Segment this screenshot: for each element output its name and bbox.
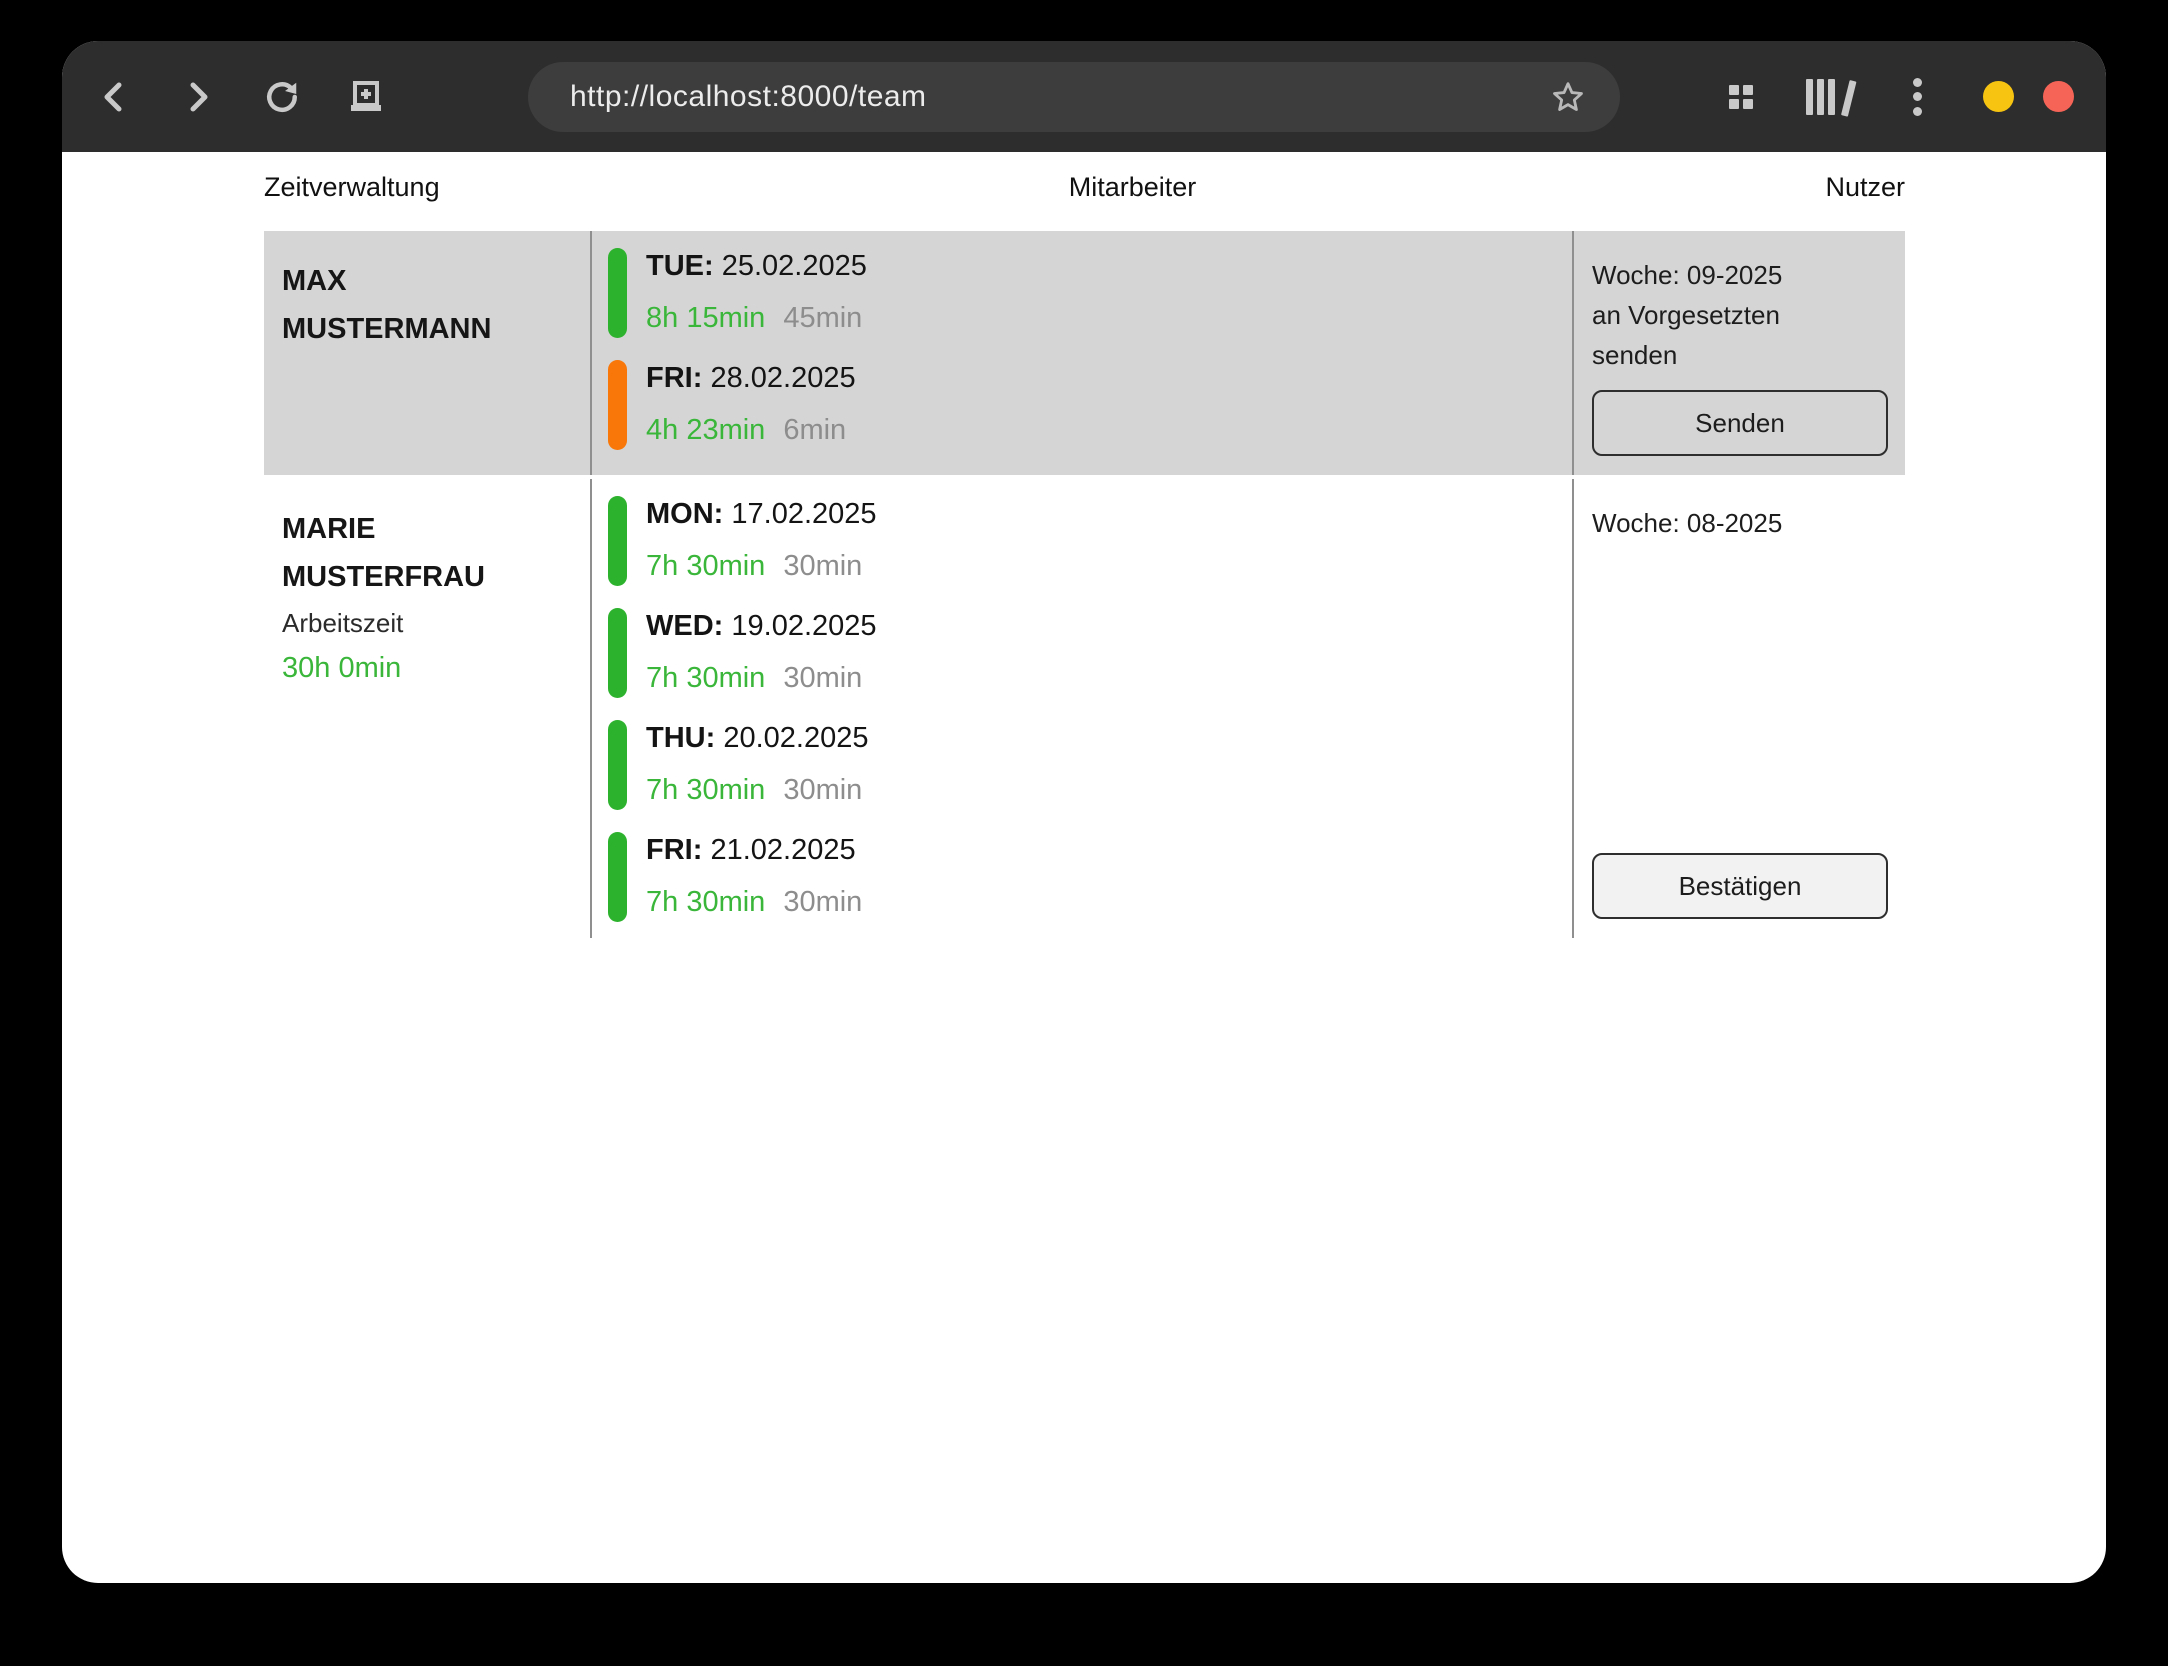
url-input[interactable]: http://localhost:8000/team <box>570 80 927 114</box>
reload-icon[interactable] <box>260 75 304 119</box>
break-time: 30min <box>783 662 862 694</box>
entry-date: 25.02.2025 <box>722 250 867 282</box>
time-entry: TUE: 25.02.2025 8h 15min 45min <box>608 248 1572 338</box>
break-time: 30min <box>783 550 862 582</box>
entry-day: THU: <box>646 722 715 754</box>
close-control[interactable] <box>2043 81 2074 112</box>
time-entry: FRI: 21.02.2025 7h 30min 30min <box>608 832 1572 922</box>
break-time: 6min <box>783 414 846 446</box>
employee-name-cell: MARIE MUSTERFRAU Arbeitszeit 30h 0min <box>264 479 592 938</box>
main-nav: Zeitverwaltung Mitarbeiter Nutzer <box>264 165 1905 209</box>
new-window-icon[interactable] <box>344 75 388 119</box>
worktime-label: Arbeitszeit <box>282 601 574 645</box>
time-entry: THU: 20.02.2025 7h 30min 30min <box>608 720 1572 810</box>
entry-date: 28.02.2025 <box>710 362 855 394</box>
toolbar-right-group <box>1719 75 2082 119</box>
entry-date: 17.02.2025 <box>731 498 876 530</box>
employee-name: MUSTERFRAU <box>282 553 574 601</box>
time-entry: FRI: 28.02.2025 4h 23min 6min <box>608 360 1572 450</box>
week-action-cell: Woche: 09-2025 an Vorgesetzten senden Se… <box>1574 231 1905 475</box>
break-time: 45min <box>783 302 862 334</box>
employee-table: MAX MUSTERMANN TUE: 25.02.2025 8h 15min 4… <box>264 231 1905 938</box>
status-bar <box>608 608 627 698</box>
status-bar <box>608 832 627 922</box>
employee-name: MUSTERMANN <box>282 305 574 353</box>
employee-name: MARIE <box>282 505 574 553</box>
entry-day: MON: <box>646 498 723 530</box>
library-icon[interactable] <box>1807 75 1851 119</box>
nav-item-mitarbeiter[interactable]: Mitarbeiter <box>1069 172 1197 203</box>
work-time: 7h 30min <box>646 550 765 582</box>
employee-name-cell: MAX MUSTERMANN <box>264 231 592 475</box>
entry-date: 20.02.2025 <box>723 722 868 754</box>
week-label: Woche: 08-2025 <box>1592 503 1888 543</box>
time-entries-cell: TUE: 25.02.2025 8h 15min 45min FRI: 28.02… <box>592 231 1574 475</box>
time-entries-cell: MON: 17.02.2025 7h 30min 30min WED: 19.02… <box>592 479 1574 938</box>
table-row: MAX MUSTERMANN TUE: 25.02.2025 8h 15min 4… <box>264 231 1905 475</box>
entry-date: 19.02.2025 <box>731 610 876 642</box>
url-bar[interactable]: http://localhost:8000/team <box>528 62 1620 132</box>
entry-day: FRI: <box>646 834 702 866</box>
work-time: 7h 30min <box>646 886 765 918</box>
time-entry: MON: 17.02.2025 7h 30min 30min <box>608 496 1572 586</box>
work-time: 7h 30min <box>646 774 765 806</box>
team-page: Zeitverwaltung Mitarbeiter Nutzer MAX MU… <box>62 152 2106 938</box>
nav-item-nutzer[interactable]: Nutzer <box>1825 172 1905 203</box>
week-label: Woche: 09-2025 <box>1592 255 1888 295</box>
work-time: 7h 30min <box>646 662 765 694</box>
bestaetigen-button[interactable]: Bestätigen <box>1592 853 1888 919</box>
break-time: 30min <box>783 886 862 918</box>
time-entry: WED: 19.02.2025 7h 30min 30min <box>608 608 1572 698</box>
bookmark-star-icon[interactable] <box>1546 75 1590 119</box>
entry-day: TUE: <box>646 250 714 282</box>
week-action-cell: Woche: 08-2025 Bestätigen <box>1574 479 1905 938</box>
senden-button[interactable]: Senden <box>1592 390 1888 456</box>
status-bar <box>608 360 627 450</box>
work-time: 8h 15min <box>646 302 765 334</box>
extensions-grid-icon[interactable] <box>1719 75 1763 119</box>
status-bar <box>608 720 627 810</box>
menu-kebab-icon[interactable] <box>1895 75 1939 119</box>
forward-icon[interactable] <box>176 75 220 119</box>
work-time: 4h 23min <box>646 414 765 446</box>
browser-window: http://localhost:8000/team <box>62 41 2106 1583</box>
break-time: 30min <box>783 774 862 806</box>
desktop-background: http://localhost:8000/team <box>0 0 2168 1666</box>
employee-name: MAX <box>282 257 574 305</box>
back-icon[interactable] <box>92 75 136 119</box>
nav-item-zeitverwaltung[interactable]: Zeitverwaltung <box>264 172 440 203</box>
entry-day: FRI: <box>646 362 702 394</box>
status-bar <box>608 248 627 338</box>
week-label: an Vorgesetzten <box>1592 295 1888 335</box>
week-label: senden <box>1592 335 1888 375</box>
table-row: MARIE MUSTERFRAU Arbeitszeit 30h 0min MO… <box>264 479 1905 938</box>
worktime-total: 30h 0min <box>282 645 574 691</box>
entry-date: 21.02.2025 <box>710 834 855 866</box>
entry-day: WED: <box>646 610 723 642</box>
browser-toolbar: http://localhost:8000/team <box>62 41 2106 152</box>
minimize-control[interactable] <box>1983 81 2014 112</box>
status-bar <box>608 496 627 586</box>
